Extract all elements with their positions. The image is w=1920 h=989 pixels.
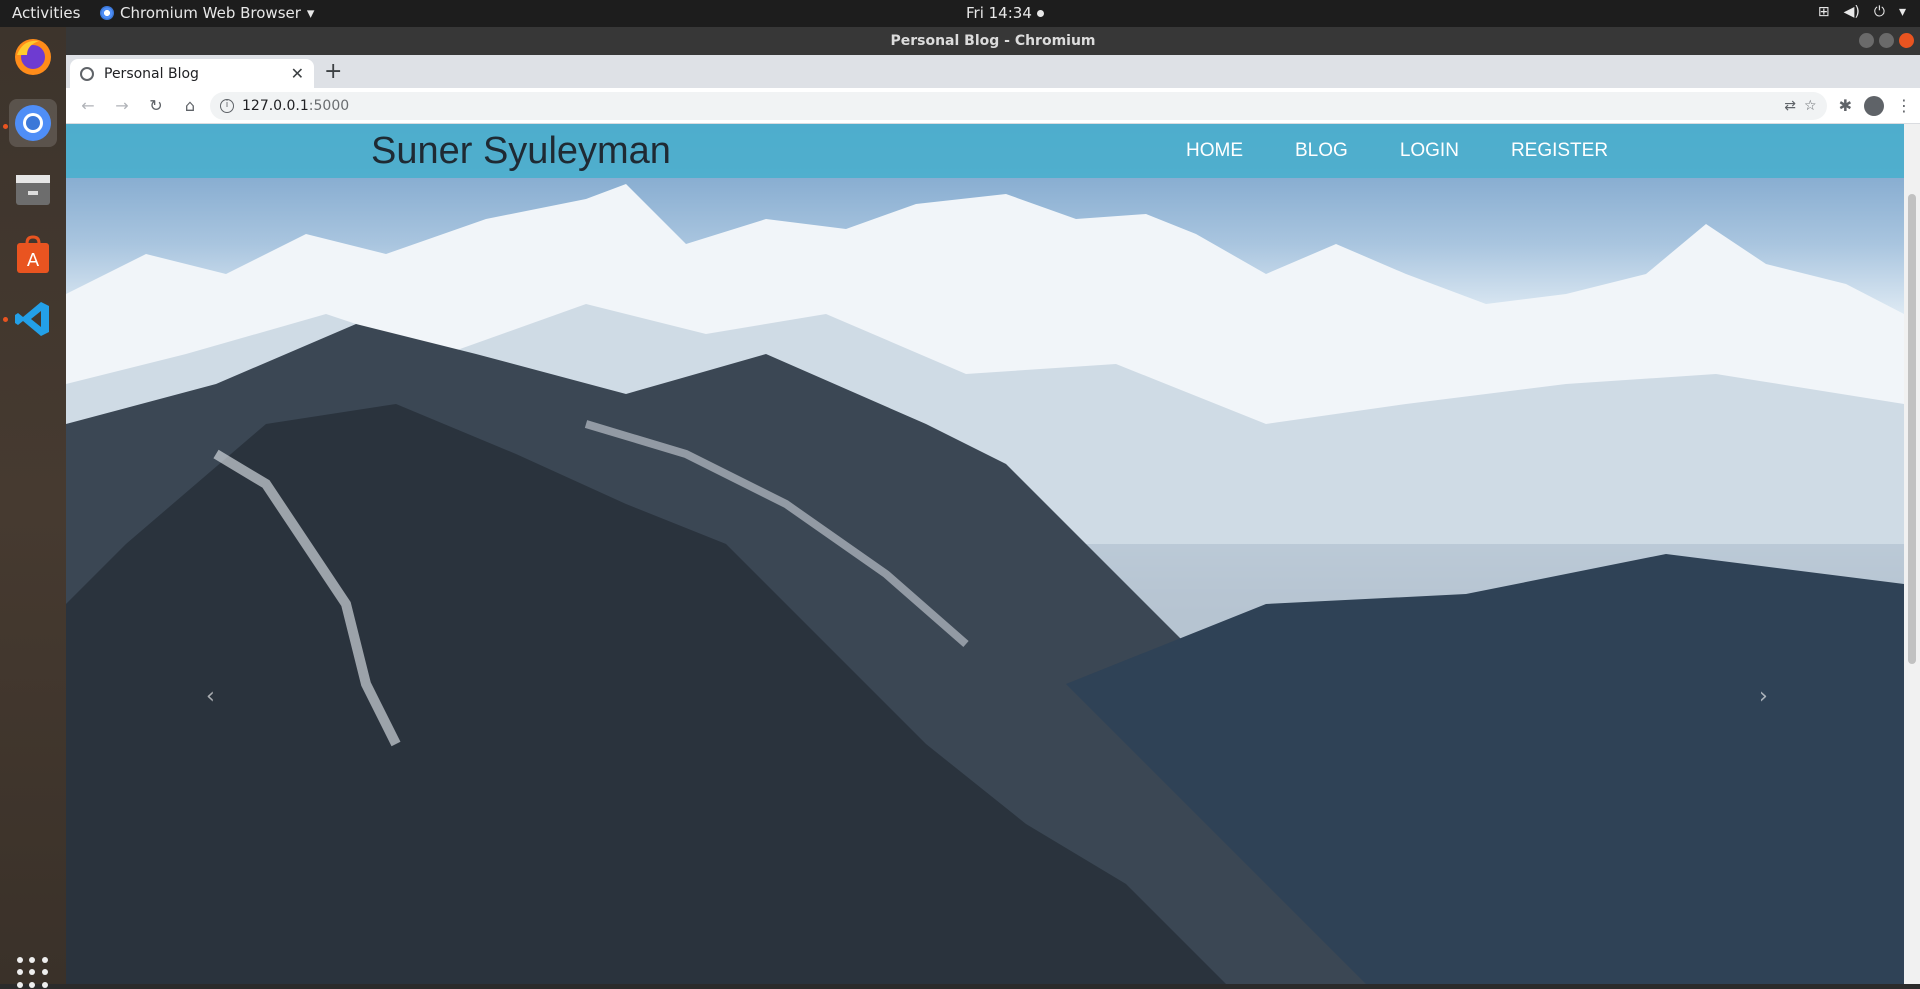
running-indicator — [3, 317, 8, 322]
gnome-top-bar: Activities Chromium Web Browser ▾ Fri 14… — [0, 0, 1920, 27]
chromium-launcher[interactable] — [9, 99, 57, 147]
carousel-prev-icon[interactable]: ‹ — [206, 684, 215, 709]
toolbar-right: ✱ ⋮ — [1833, 95, 1912, 116]
chromium-small-icon — [100, 6, 114, 20]
browser-window: Personal Blog - Chromium Personal Blog ✕… — [66, 27, 1920, 984]
new-tab-button[interactable]: + — [324, 59, 342, 84]
chromium-icon — [15, 105, 51, 141]
nav-login-link[interactable]: LOGIN — [1400, 140, 1459, 162]
firefox-icon — [15, 39, 51, 75]
home-button[interactable]: ⌂ — [176, 92, 204, 120]
window-titlebar[interactable]: Personal Blog - Chromium — [66, 27, 1920, 55]
nav-register-link[interactable]: REGISTER — [1511, 140, 1608, 162]
system-tray[interactable]: ⊞ ◀) ⏻ ▾ — [1818, 4, 1906, 20]
translate-icon[interactable]: ⇄ — [1784, 98, 1796, 114]
extensions-icon[interactable]: ✱ — [1839, 96, 1852, 115]
scrollbar-thumb[interactable] — [1908, 194, 1916, 664]
network-icon[interactable]: ⊞ — [1818, 4, 1830, 20]
firefox-launcher[interactable] — [9, 33, 57, 81]
software-launcher[interactable]: A — [9, 231, 57, 279]
maximize-icon[interactable] — [1879, 33, 1894, 48]
close-tab-icon[interactable]: ✕ — [291, 64, 304, 83]
window-controls — [1859, 33, 1914, 48]
power-icon[interactable]: ⏻ — [1874, 4, 1885, 20]
clock[interactable]: Fri 14:34 — [966, 4, 1044, 22]
close-window-icon[interactable] — [1899, 33, 1914, 48]
volume-icon[interactable]: ◀) — [1844, 4, 1860, 20]
show-apps-icon[interactable] — [17, 957, 49, 989]
url-port: :5000 — [308, 97, 350, 114]
site-navbar: Suner Syuleyman HOME BLOG LOGIN REGISTER — [66, 124, 1904, 178]
files-icon — [16, 175, 50, 205]
tab-strip: Personal Blog ✕ + — [66, 55, 1920, 88]
activities-button[interactable]: Activities — [12, 4, 80, 22]
software-center-icon: A — [17, 235, 49, 273]
minimize-icon[interactable] — [1859, 33, 1874, 48]
vscode-icon — [15, 302, 49, 336]
app-menu[interactable]: Chromium Web Browser ▾ — [100, 4, 314, 22]
nav-blog-link[interactable]: BLOG — [1295, 140, 1348, 162]
url-text[interactable]: 127.0.0.1:5000 — [242, 98, 1776, 114]
url-host: 127.0.0.1 — [242, 97, 309, 114]
profile-avatar[interactable] — [1864, 95, 1884, 116]
running-indicator — [3, 124, 8, 129]
vscode-launcher[interactable] — [9, 295, 57, 343]
site-info-icon[interactable]: i — [220, 98, 234, 113]
site-brand[interactable]: Suner Syuleyman — [371, 130, 671, 173]
site-nav-links: HOME BLOG LOGIN REGISTER — [1186, 140, 1608, 162]
chevron-down-icon[interactable]: ▾ — [1899, 4, 1906, 20]
page-viewport: Suner Syuleyman HOME BLOG LOGIN REGISTER… — [66, 124, 1904, 984]
bookmark-star-icon[interactable]: ☆ — [1804, 98, 1817, 114]
hero-carousel: Suner Syuleyman HOME BLOG LOGIN REGISTER… — [66, 124, 1904, 984]
forward-button[interactable]: → — [108, 92, 136, 120]
carousel-next-icon[interactable]: › — [1759, 684, 1768, 709]
ubuntu-dock: A — [0, 27, 66, 988]
address-bar[interactable]: i 127.0.0.1:5000 ⇄ ☆ — [210, 91, 1827, 120]
tab-personal-blog[interactable]: Personal Blog ✕ — [70, 59, 314, 88]
menu-icon[interactable]: ⋮ — [1896, 96, 1912, 115]
tab-title: Personal Blog — [104, 65, 199, 82]
browser-toolbar: ← → ↻ ⌂ i 127.0.0.1:5000 ⇄ ☆ ✱ ⋮ — [66, 88, 1920, 124]
globe-icon — [80, 66, 94, 81]
notification-dot-icon — [1036, 9, 1044, 17]
back-button[interactable]: ← — [74, 92, 102, 120]
svg-text:A: A — [27, 250, 40, 271]
nav-home-link[interactable]: HOME — [1186, 140, 1243, 162]
window-title: Personal Blog - Chromium — [890, 33, 1096, 49]
app-menu-label: Chromium Web Browser — [120, 4, 301, 22]
clock-label: Fri 14:34 — [966, 4, 1032, 22]
page-scrollbar[interactable] — [1904, 124, 1920, 984]
chevron-down-icon: ▾ — [306, 4, 315, 22]
files-launcher[interactable] — [9, 165, 57, 213]
reload-button[interactable]: ↻ — [142, 92, 170, 120]
mountain-image — [66, 184, 1904, 984]
